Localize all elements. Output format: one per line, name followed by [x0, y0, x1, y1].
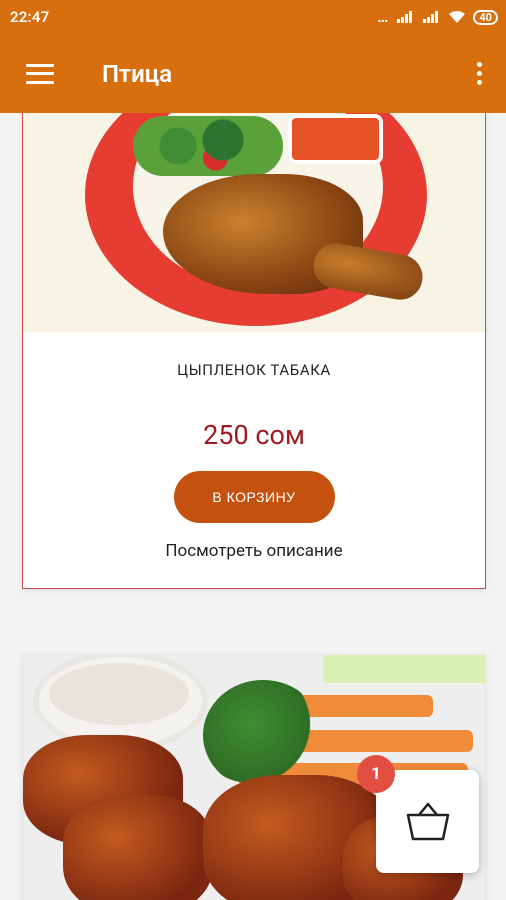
status-time: 22:47: [10, 8, 50, 26]
product-card: ЦЫПЛЕНОК ТАБАКА 250 сом В КОРЗИНУ Посмот…: [22, 103, 486, 589]
page-title: Птица: [102, 59, 173, 88]
cart-count-badge: 1: [357, 755, 395, 793]
menu-icon[interactable]: [26, 63, 54, 84]
notification-dots-icon: …: [377, 8, 390, 26]
view-description-link[interactable]: Посмотреть описание: [23, 541, 485, 561]
top-bar: 22:47 … 40 Птица: [0, 0, 506, 113]
status-bar: 22:47 … 40: [0, 0, 506, 34]
signal-icon: [423, 11, 441, 23]
battery-icon: 40: [473, 9, 498, 25]
signal-icon: [397, 11, 415, 23]
overflow-menu-icon[interactable]: [474, 62, 484, 85]
wifi-icon: [449, 11, 466, 23]
product-price: 250 сом: [203, 419, 305, 451]
add-to-cart-button[interactable]: В КОРЗИНУ: [173, 471, 335, 523]
app-bar: Птица: [0, 34, 506, 113]
cart-button[interactable]: [376, 770, 479, 873]
shopping-basket-icon: [406, 802, 449, 840]
status-icons: … 40: [377, 8, 498, 26]
product-name: ЦЫПЛЕНОК ТАБАКА: [177, 361, 331, 379]
product-image[interactable]: [23, 104, 485, 332]
